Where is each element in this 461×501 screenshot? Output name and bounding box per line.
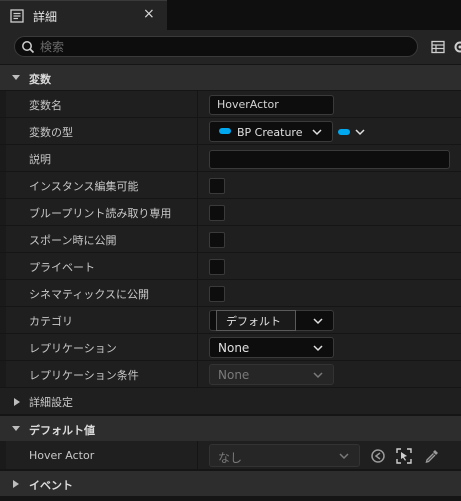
row-expose-on-spawn: スポーン時に公開 [0,226,461,253]
row-blueprint-readonly: ブループリント読み取り専用 [0,199,461,226]
select-actor-icon[interactable] [396,448,412,464]
settings-icon[interactable] [453,40,461,54]
row-label: レプリケーション条件 [29,369,139,382]
chevron-down-icon [313,345,323,352]
row-label: プライベート [29,261,95,274]
chevron-down-icon [12,75,20,80]
row-private: プライベート [0,253,461,280]
replication-value: None [218,341,250,355]
row-label: スポーン時に公開 [29,234,117,247]
row-hover-actor: Hover Actor なし [0,441,461,470]
replication-condition-dropdown[interactable]: None [209,364,334,385]
row-expose-to-cinematics: シネマティックスに公開 [0,280,461,307]
row-label: インスタンス編集可能 [29,180,139,193]
row-variable-type: 変数の型 BP Creature [0,118,461,145]
row-variable-name: 変数名 HoverActor [0,91,461,118]
chevron-down-icon [355,129,365,136]
container-type-dropdown[interactable] [338,126,368,138]
use-selected-icon[interactable] [370,448,386,464]
object-type-icon [219,128,231,134]
chevron-down-icon [313,372,323,379]
chevron-down-icon [12,426,20,431]
instance-editable-checkbox[interactable] [209,178,225,194]
replication-dropdown[interactable]: None [209,337,334,358]
close-icon[interactable]: × [143,6,155,22]
row-label: 説明 [29,153,51,166]
expose-to-cinematics-checkbox[interactable] [209,286,225,302]
search-input[interactable] [40,38,410,55]
hover-actor-dropdown[interactable]: なし [209,444,360,467]
chevron-down-icon [339,453,349,460]
row-label: Hover Actor [29,449,95,462]
advanced-group[interactable]: 詳細設定 [0,388,461,415]
section-title: イベント [29,479,73,492]
details-icon [10,9,24,23]
section-title: 変数 [29,73,51,86]
variable-name-field[interactable]: HoverActor [209,95,334,115]
variable-type-dropdown[interactable]: BP Creature [209,121,333,142]
section-title: デフォルト値 [29,424,95,437]
details-tab[interactable]: 詳細 × [0,0,167,30]
row-label: シネマティックスに公開 [29,288,150,301]
section-default-value[interactable]: デフォルト値 [0,415,461,441]
blueprint-readonly-checkbox[interactable] [209,205,225,221]
description-field[interactable] [209,150,450,169]
row-label: カテゴリ [29,315,73,328]
replication-condition-value: None [218,368,250,382]
table-view-icon[interactable] [431,40,445,54]
tab-bar: 詳細 × [0,0,461,30]
chevron-down-icon [313,318,323,325]
single-container-icon [338,129,350,135]
chevron-right-icon [14,398,20,406]
row-instance-editable: インスタンス編集可能 [0,172,461,199]
row-label: レプリケーション [29,342,117,355]
category-value-popup[interactable]: デフォルト [216,310,296,331]
section-variables[interactable]: 変数 [0,64,461,90]
chevron-right-icon [13,480,19,488]
hover-actor-value: なし [218,451,243,465]
chevron-down-icon [312,129,322,136]
row-label: 変数名 [29,99,62,112]
row-replication-condition: レプリケーション条件 None [0,361,461,388]
row-replication: レプリケーション None [0,334,461,361]
group-title: 詳細設定 [29,396,73,409]
eyedropper-icon[interactable] [424,448,440,464]
private-checkbox[interactable] [209,259,225,275]
search-box[interactable] [14,36,418,57]
expose-on-spawn-checkbox[interactable] [209,232,225,248]
row-description: 説明 [0,145,461,172]
variable-type-value: BP Creature [237,126,303,139]
row-label: ブループリント読み取り専用 [29,207,172,220]
tab-title: 詳細 [33,10,58,24]
section-events[interactable]: イベント [0,470,461,496]
search-icon [22,41,35,54]
row-label: 変数の型 [29,126,73,139]
